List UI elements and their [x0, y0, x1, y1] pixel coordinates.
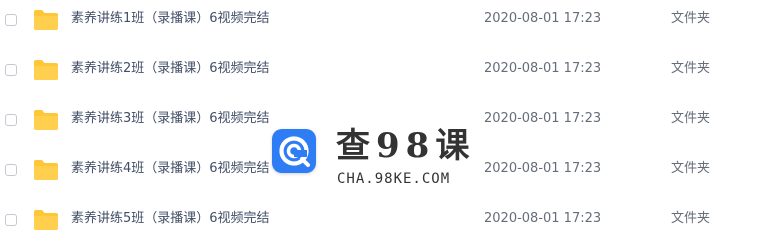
- folder-icon: [33, 208, 59, 232]
- row-checkbox[interactable]: [5, 64, 17, 76]
- file-type: 文件夹: [671, 161, 711, 176]
- row-checkbox[interactable]: [5, 164, 17, 176]
- row-checkbox[interactable]: [5, 214, 17, 226]
- file-modified-date: 2020-08-01 17:23: [484, 11, 602, 26]
- file-type: 文件夹: [671, 11, 711, 26]
- file-name[interactable]: 素养讲练4班（录播课）6视频完结: [71, 160, 270, 178]
- file-row[interactable]: 素养讲练5班（录播课）6视频完结 2020-08-01 17:23 文件夹: [0, 202, 771, 242]
- file-name[interactable]: 素养讲练2班（录播课）6视频完结: [71, 60, 270, 78]
- file-modified-date: 2020-08-01 17:23: [484, 161, 602, 176]
- row-checkbox[interactable]: [5, 114, 17, 126]
- file-row[interactable]: 素养讲练3班（录播课）6视频完结 2020-08-01 17:23 文件夹: [0, 102, 771, 142]
- file-row[interactable]: 素养讲练4班（录播课）6视频完结 2020-08-01 17:23 文件夹: [0, 152, 771, 192]
- file-type: 文件夹: [671, 61, 711, 76]
- file-name[interactable]: 素养讲练3班（录播课）6视频完结: [71, 110, 270, 128]
- file-modified-date: 2020-08-01 17:23: [484, 111, 602, 126]
- file-row[interactable]: 素养讲练1班（录播课）6视频完结 2020-08-01 17:23 文件夹: [0, 2, 771, 42]
- file-row[interactable]: 素养讲练2班（录播课）6视频完结 2020-08-01 17:23 文件夹: [0, 52, 771, 92]
- folder-icon: [33, 58, 59, 82]
- file-type: 文件夹: [671, 111, 711, 126]
- file-name[interactable]: 素养讲练1班（录播课）6视频完结: [71, 10, 270, 28]
- file-list: 素养讲练1班（录播课）6视频完结 2020-08-01 17:23 文件夹 素养…: [0, 0, 771, 247]
- folder-icon: [33, 108, 59, 132]
- row-checkbox[interactable]: [5, 14, 17, 26]
- file-modified-date: 2020-08-01 17:23: [484, 211, 602, 226]
- folder-icon: [33, 8, 59, 32]
- file-name[interactable]: 素养讲练5班（录播课）6视频完结: [71, 210, 270, 228]
- file-modified-date: 2020-08-01 17:23: [484, 61, 602, 76]
- file-type: 文件夹: [671, 211, 711, 226]
- folder-icon: [33, 158, 59, 182]
